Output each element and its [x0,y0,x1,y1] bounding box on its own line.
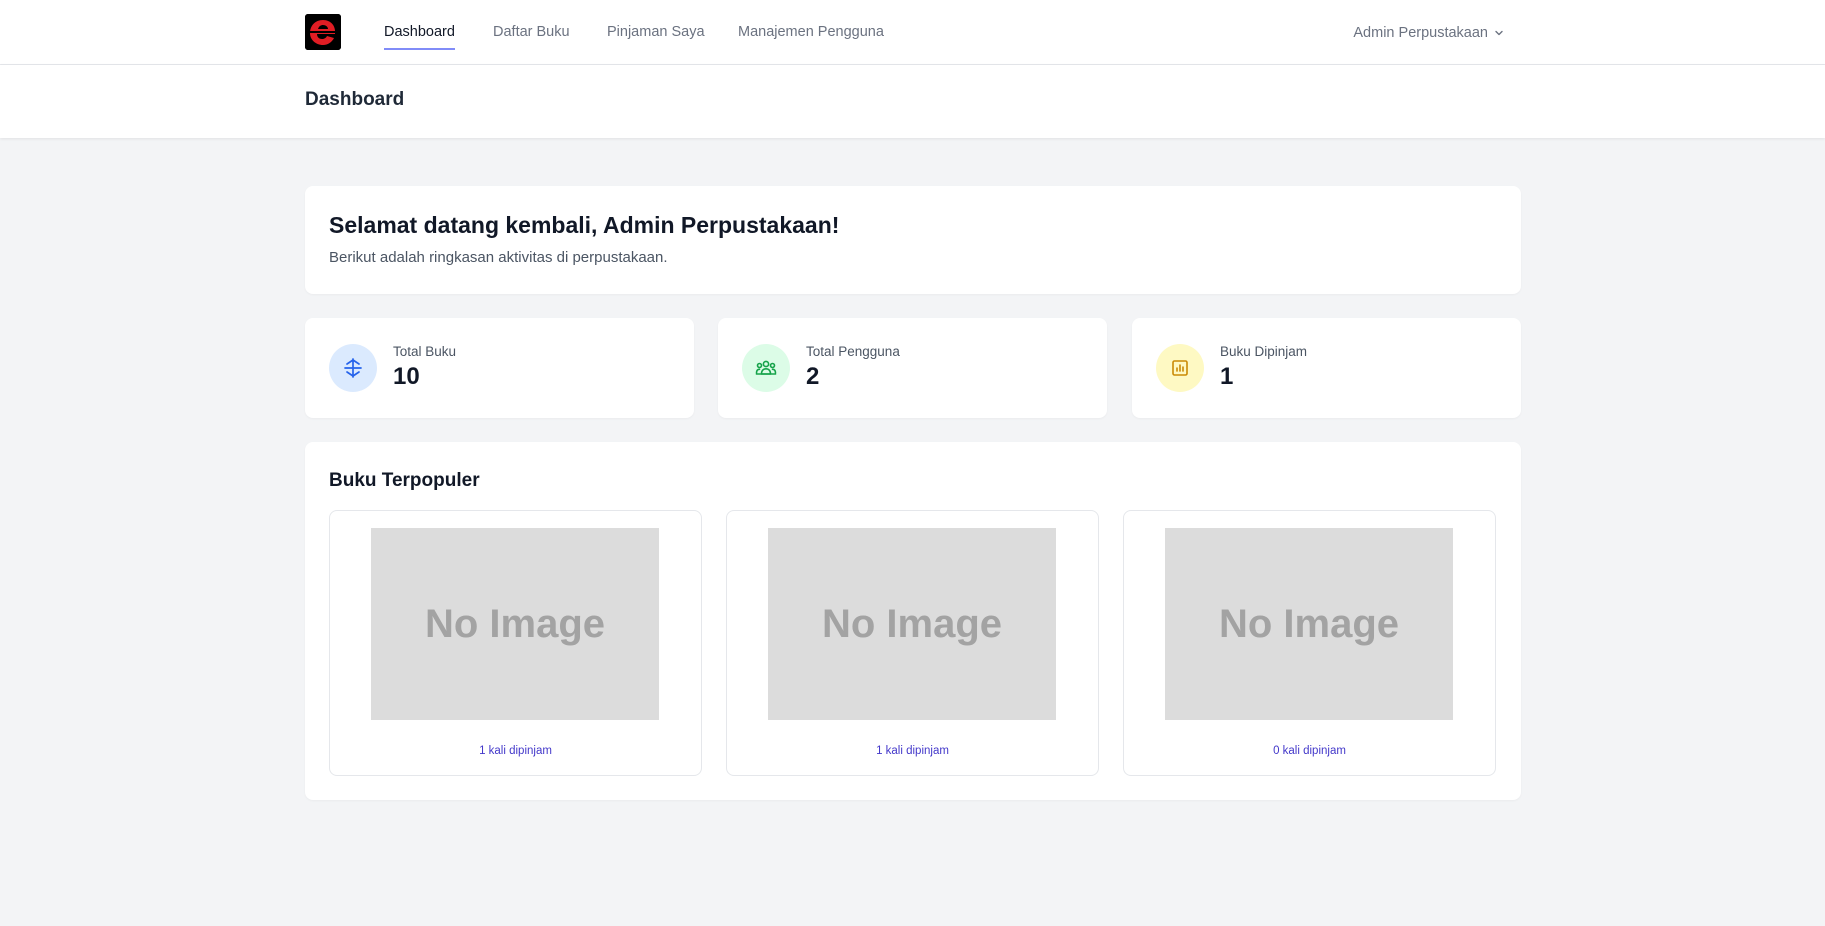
stat-value: 2 [806,363,820,390]
user-menu-dropdown[interactable]: Admin Perpustakaan [1353,0,1504,65]
page-header: Dashboard [0,65,1825,138]
welcome-title: Selamat datang kembali, Admin Perpustaka… [329,212,840,238]
chevron-down-icon [1495,30,1503,35]
stat-card-buku-dipinjam: Buku Dipinjam 1 [1132,318,1521,418]
welcome-subtitle: Berikut adalah ringkasan aktivitas di pe… [329,249,668,266]
book-card[interactable]: No Image 1 kali dipinjam [329,510,702,776]
book-cover-placeholder: No Image [1165,528,1453,720]
user-name: Admin Perpustakaan [1353,24,1488,41]
nav-pinjaman-saya[interactable]: Pinjaman Saya [607,0,705,65]
stat-card-total-buku: Total Buku 10 [305,318,694,418]
users-icon [742,344,790,392]
stat-value: 1 [1220,363,1234,390]
logo-icon [305,14,341,50]
section-title: Buku Terpopuler [329,470,480,491]
chart-icon [1156,344,1204,392]
book-card[interactable]: No Image 1 kali dipinjam [726,510,1099,776]
stat-label: Total Buku [393,344,457,359]
stat-card-total-pengguna: Total Pengguna 2 [718,318,1107,418]
stat-value: 10 [393,363,420,390]
popular-books-card: Buku Terpopuler No Image 1 kali dipinjam… [305,442,1521,800]
welcome-card: Selamat datang kembali, Admin Perpustaka… [305,186,1521,294]
borrow-count: 1 kali dipinjam [876,745,949,757]
nav-dashboard[interactable]: Dashboard [384,0,455,65]
top-navigation: Dashboard Daftar Buku Pinjaman Saya Mana… [0,0,1825,65]
book-cover-placeholder: No Image [768,528,1056,720]
book-icon [329,344,377,392]
book-card[interactable]: No Image 0 kali dipinjam [1123,510,1496,776]
borrow-count: 1 kali dipinjam [479,745,552,757]
book-cover-placeholder: No Image [371,528,659,720]
page-title: Dashboard [305,89,405,110]
app-logo[interactable] [305,14,341,50]
borrow-count: 0 kali dipinjam [1273,745,1346,757]
stat-label: Buku Dipinjam [1220,344,1308,359]
nav-daftar-buku[interactable]: Daftar Buku [493,0,570,65]
stat-label: Total Pengguna [806,344,900,359]
nav-manajemen-pengguna[interactable]: Manajemen Pengguna [738,0,884,65]
